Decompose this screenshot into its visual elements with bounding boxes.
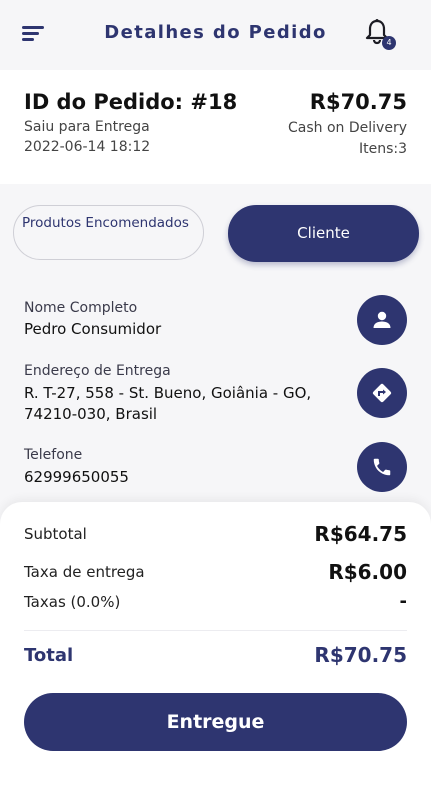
mark-delivered-button[interactable]: Entregue (24, 693, 407, 751)
phone-icon (373, 458, 391, 476)
taxes-label: Taxas (0.0%) (24, 593, 121, 611)
payment-method: Cash on Delivery (288, 120, 407, 136)
total-value: R$70.75 (314, 643, 407, 667)
subtotal-value: R$64.75 (314, 522, 407, 546)
items-count: Itens:3 (358, 141, 407, 157)
directions-icon (372, 383, 392, 403)
app-bar: Detalhes do Pedido 4 (0, 0, 431, 68)
delivery-fee-value: R$6.00 (328, 560, 407, 584)
full-name-value: Pedro Consumidor (24, 320, 162, 338)
profile-button[interactable] (357, 295, 407, 345)
tab-client[interactable]: Cliente (228, 205, 419, 262)
phone-value: 62999650055 (24, 468, 129, 486)
call-button[interactable] (357, 442, 407, 492)
delivery-fee-label: Taxa de entrega (24, 563, 145, 581)
notification-badge: 4 (382, 36, 396, 50)
directions-button[interactable] (357, 368, 407, 418)
full-name-label: Nome Completo (24, 300, 138, 316)
order-id: ID do Pedido: #18 (24, 90, 238, 114)
person-icon (373, 311, 391, 328)
tab-ordered-products[interactable]: Produtos Encomendados (13, 205, 204, 260)
notifications-button[interactable]: 4 (364, 18, 396, 50)
delivery-address-label: Endereço de Entrega (24, 363, 171, 379)
subtotal-label: Subtotal (24, 525, 87, 543)
divider (24, 630, 407, 631)
delivery-address-value: R. T-27, 558 - St. Bueno, Goiânia - GO, … (24, 384, 312, 423)
total-label: Total (24, 645, 74, 666)
order-summary-card: ID do Pedido: #18 Saiu para Entrega 2022… (0, 70, 431, 184)
taxes-value: - (399, 591, 407, 612)
order-total: R$70.75 (309, 90, 407, 114)
payment-summary-panel: Subtotal R$64.75 Taxa de entrega R$6.00 … (0, 502, 431, 800)
order-datetime: 2022-06-14 18:12 (24, 139, 151, 155)
phone-label: Telefone (24, 447, 83, 463)
order-status: Saiu para Entrega (24, 119, 150, 135)
